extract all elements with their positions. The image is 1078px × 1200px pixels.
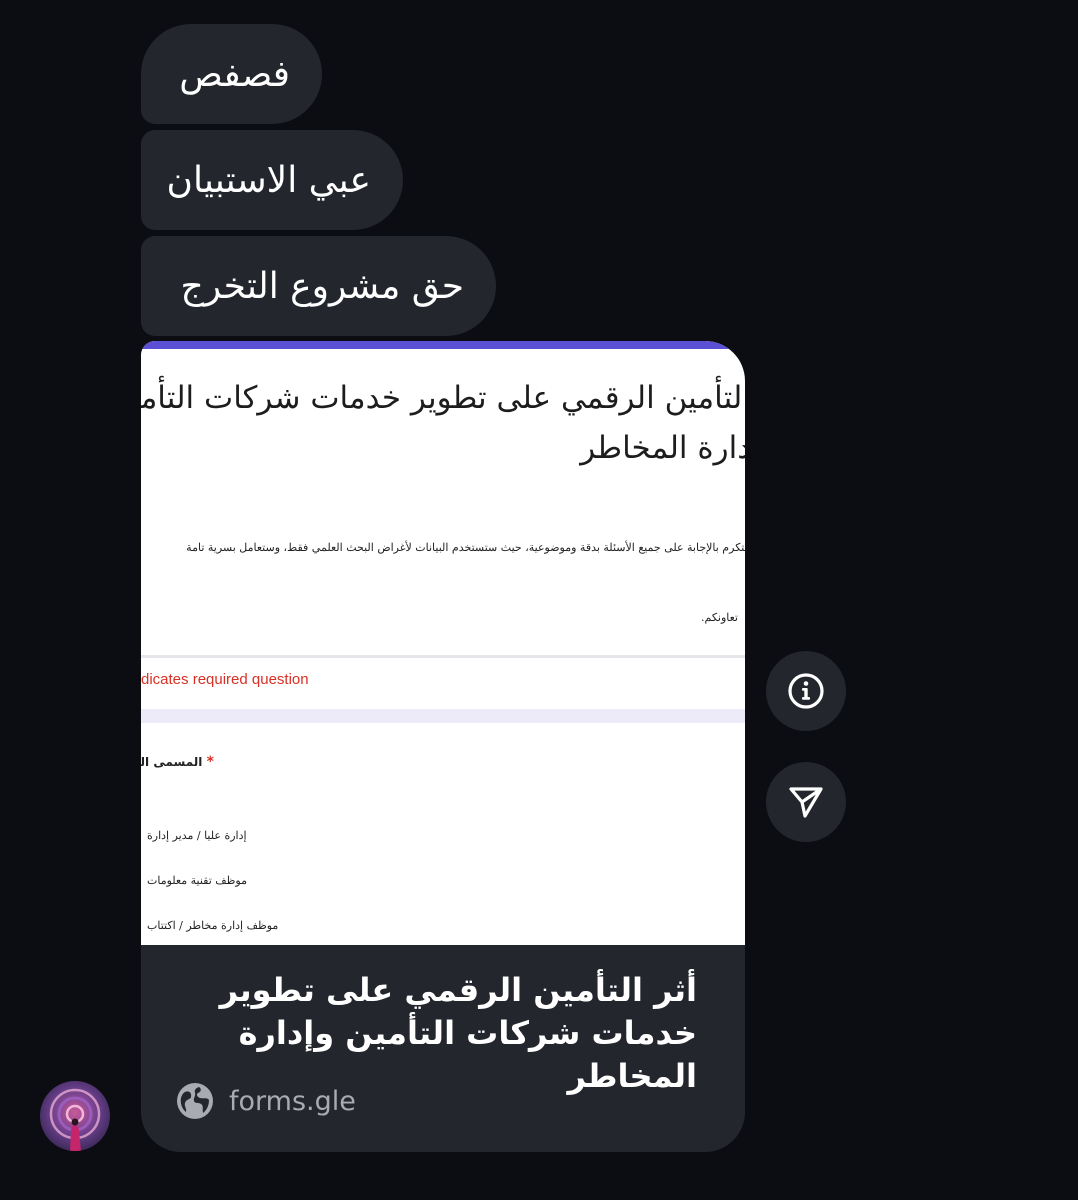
avatar[interactable] (40, 1081, 110, 1151)
send-icon (789, 787, 823, 818)
option-label: موظف إدارة مخاطر / اكتتاب (147, 919, 279, 932)
link-preview-image[interactable]: التأمين الرقمي على تطوير خدمات شركات الت… (141, 341, 745, 945)
required-star: * (206, 754, 214, 770)
form-title-line2: دارة المخاطر (580, 430, 745, 466)
question-text: المسمى الو (141, 755, 203, 769)
link-preview-card[interactable]: التأمين الرقمي على تطوير خدمات شركات الت… (141, 341, 745, 1152)
chat-thread: فصفص عبي الاستبيان حق مشروع التخرج التأم… (0, 0, 1078, 1200)
message-bubble[interactable]: عبي الاستبيان (141, 130, 403, 230)
option-label: موظف تقنية معلومات (147, 874, 247, 887)
section-gap (141, 709, 745, 723)
link-title[interactable]: أثر التأمين الرقمي على تطوير خدمات شركات… (167, 969, 697, 1098)
globe-icon (177, 1083, 213, 1119)
option-label: إدارة عليا / مدير إدارة (147, 829, 247, 842)
form-description-end: تعاونكم. (701, 611, 738, 624)
required-note: dicates required question (141, 671, 309, 688)
avatar-image (49, 1088, 101, 1151)
message-bubble[interactable]: فصفص (141, 24, 322, 124)
message-bubble[interactable]: حق مشروع التخرج (141, 236, 496, 336)
info-icon (788, 673, 824, 709)
form-title-line1: التأمين الرقمي على تطوير خدمات شركات الت… (141, 380, 745, 416)
form-description: التكرم بالإجابة على جميع الأسئلة بدقة وم… (186, 541, 745, 554)
info-button[interactable] (766, 651, 846, 731)
message-text: حق مشروع التخرج (180, 265, 464, 307)
question-label: * المسمى الو (141, 754, 214, 770)
link-domain[interactable]: forms.gle (175, 1081, 356, 1121)
divider (141, 655, 745, 658)
message-text: فصفص (179, 53, 290, 95)
form-title: التأمين الرقمي على تطوير خدمات شركات الت… (141, 373, 745, 473)
message-text: عبي الاستبيان (166, 159, 372, 201)
form-accent-bar (141, 341, 745, 349)
share-button[interactable] (766, 762, 846, 842)
domain-text: forms.gle (229, 1085, 356, 1117)
